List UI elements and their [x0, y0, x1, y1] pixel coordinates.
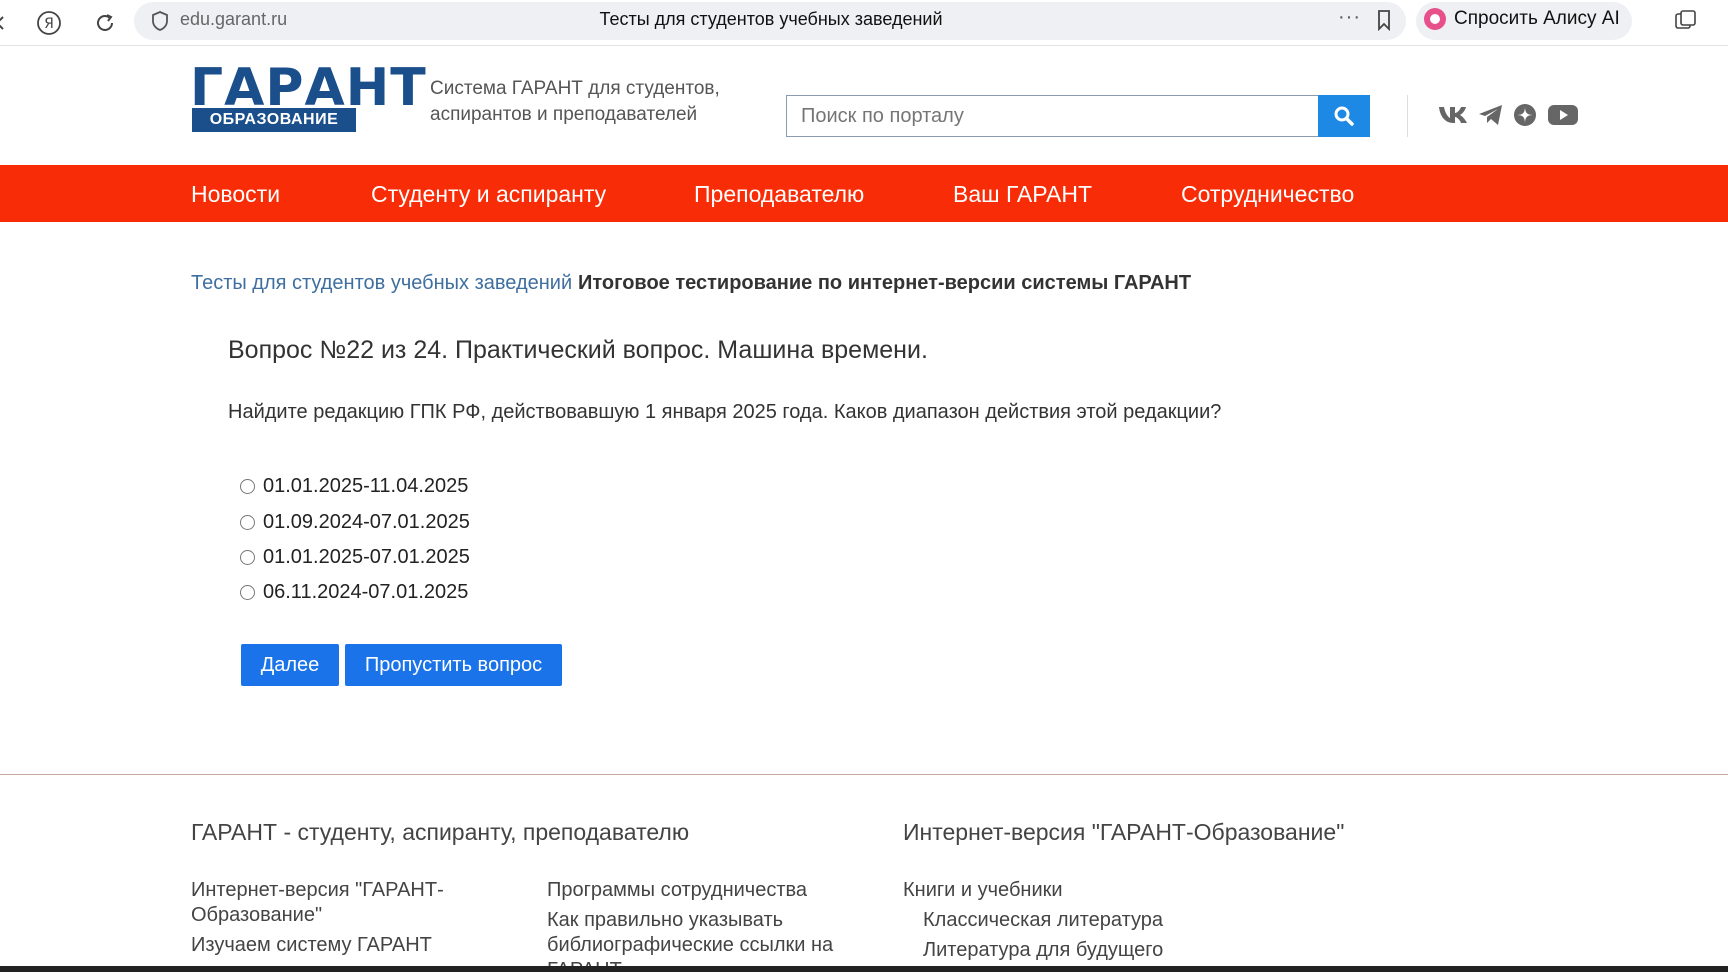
- footer-link[interactable]: Книги и учебники: [903, 878, 1063, 903]
- answer-option[interactable]: 01.09.2024-07.01.2025: [240, 509, 470, 535]
- bottom-bar: [0, 966, 1728, 972]
- footer-link[interactable]: Программы сотрудничества: [547, 878, 867, 903]
- dzen-icon[interactable]: [1512, 100, 1538, 130]
- footer-link[interactable]: Классическая литература: [923, 908, 1163, 933]
- search-input[interactable]: [786, 95, 1320, 137]
- answer-label[interactable]: 01.09.2024-07.01.2025: [263, 511, 470, 534]
- answer-label[interactable]: 01.01.2025-07.01.2025: [263, 546, 470, 569]
- question-text: Найдите редакцию ГПК РФ, действовавшую 1…: [228, 401, 1222, 423]
- footer-link[interactable]: Литература для будущего: [923, 938, 1163, 963]
- extensions-icon[interactable]: [1672, 8, 1698, 34]
- answer-label[interactable]: 06.11.2024-07.01.2025: [263, 581, 468, 604]
- browser-toolbar: Я edu.garant.ru Тесты для студентов учеб…: [0, 0, 1728, 46]
- answer-option[interactable]: 01.01.2025-11.04.2025: [240, 473, 468, 499]
- footer-col3-title: Интернет-версия "ГАРАНТ-Образование": [903, 819, 1345, 845]
- nav-item-your-garant[interactable]: Ваш ГАРАНТ: [953, 181, 1092, 208]
- breadcrumb-link[interactable]: Тесты для студентов учебных заведений: [191, 272, 572, 295]
- youtube-icon[interactable]: [1546, 100, 1580, 130]
- site-tagline: Система ГАРАНТ для студентов, аспирантов…: [430, 78, 720, 125]
- footer-link[interactable]: Изучаем систему ГАРАНТ: [191, 933, 491, 958]
- breadcrumb-current: Итоговое тестирование по интернет-версии…: [578, 272, 1192, 294]
- answer-option[interactable]: 01.01.2025-07.01.2025: [240, 544, 470, 570]
- header-divider: [1407, 95, 1408, 137]
- radio-button[interactable]: [240, 584, 255, 600]
- question-title: Вопрос №22 из 24. Практический вопрос. М…: [228, 336, 928, 364]
- radio-button[interactable]: [240, 514, 255, 530]
- nav-item-news[interactable]: Новости: [191, 181, 280, 208]
- telegram-icon[interactable]: [1476, 100, 1506, 130]
- answer-label[interactable]: 01.01.2025-11.04.2025: [263, 475, 468, 498]
- footer-link[interactable]: Интернет-версия "ГАРАНТ-Образование": [191, 878, 491, 928]
- nav-item-teachers[interactable]: Преподавателю: [694, 181, 864, 208]
- nav-item-cooperation[interactable]: Сотрудничество: [1181, 181, 1354, 208]
- vk-icon[interactable]: [1436, 100, 1470, 130]
- skip-question-button[interactable]: Пропустить вопрос: [345, 644, 562, 686]
- more-icon[interactable]: ···: [1338, 6, 1361, 29]
- footer-col1-title: ГАРАНТ - студенту, аспиранту, преподават…: [191, 819, 690, 845]
- alice-icon[interactable]: [1424, 8, 1446, 30]
- alice-label[interactable]: Спросить Алису AI: [1454, 8, 1620, 30]
- search-icon: [1334, 106, 1354, 126]
- garant-logo[interactable]: ГАРАНТ ОБРАЗОВАНИЕ: [190, 60, 426, 136]
- main-nav: Новости Студенту и аспиранту Преподавате…: [0, 165, 1728, 222]
- nav-item-students[interactable]: Студенту и аспиранту: [371, 181, 606, 208]
- next-button[interactable]: Далее: [241, 644, 339, 686]
- bookmark-icon[interactable]: [1374, 9, 1394, 32]
- radio-button[interactable]: [240, 478, 255, 494]
- radio-button[interactable]: [240, 549, 255, 565]
- search-button[interactable]: [1318, 95, 1370, 137]
- answer-option[interactable]: 06.11.2024-07.01.2025: [240, 579, 468, 605]
- page-tab-title: Тесты для студентов учебных заведений: [599, 9, 943, 29]
- footer-link[interactable]: Как правильно указывать библиографически…: [547, 908, 867, 972]
- footer-divider: [0, 774, 1728, 775]
- logo-sub-text: ОБРАЗОВАНИЕ: [192, 108, 356, 132]
